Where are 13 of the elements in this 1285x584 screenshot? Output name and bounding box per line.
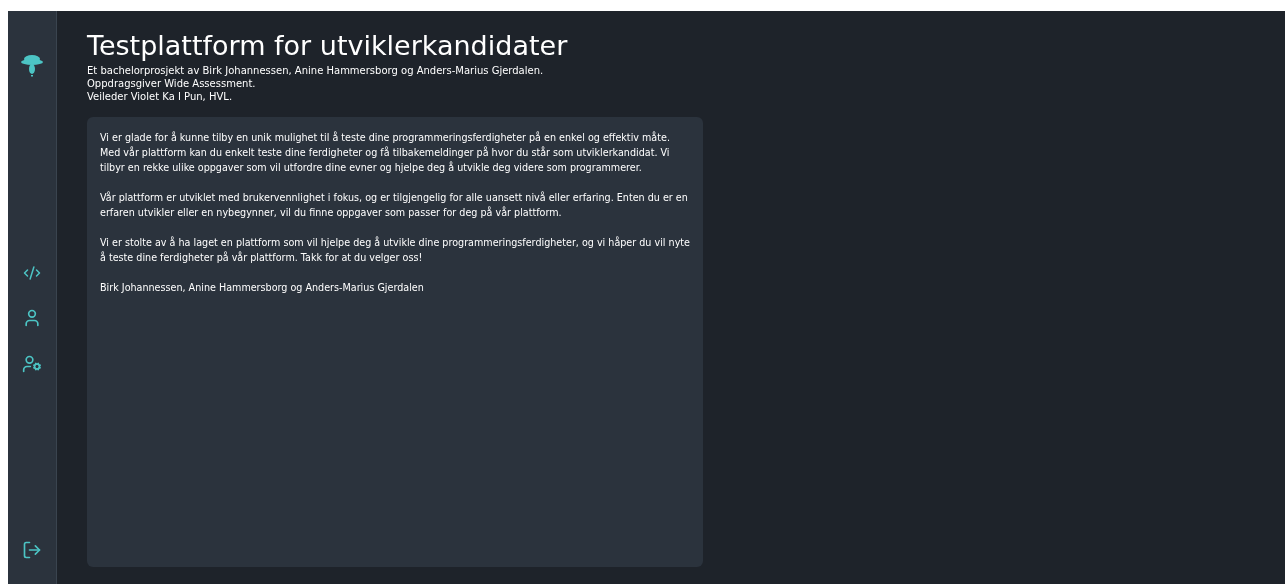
paragraph: Vi er stolte av å ha laget en plattform som vil hjelpe deg å utvikle dine programmeringsferdigheter, og vi håper du vil nyte å teste dine ferdigheter på vår plattform. Takk for at du velger oss!	[100, 235, 690, 265]
code-icon[interactable]	[23, 264, 41, 282]
subtitle-line: Veileder Violet Ka I Pun, HVL.	[87, 90, 233, 103]
subtitle-line: Oppdragsgiver Wide Assessment.	[87, 77, 256, 90]
user-settings-icon[interactable]	[22, 354, 42, 374]
page-title: Testplattform for utviklerkandidater	[87, 29, 569, 63]
user-icon[interactable]	[22, 308, 42, 328]
logout-icon[interactable]	[22, 540, 42, 560]
subtitle-line: Et bachelorprosjekt av Birk Johannessen, Anine Hammersborg og Anders-Marius Gjerdalen.	[87, 64, 544, 77]
paragraph: Vi er glade for å kunne tilby en unik mulighet til å teste dine programmeringsferdigheter på en enkel og effektiv måte. Med vår plattform kan du enkelt teste dine ferdigheter og få tilbakemeldinger på hvor du står som utviklerkandidat. Vi tilbyr en rekke ulike oppgaver som vil utfordre dine evner og hjelpe deg å utvikle deg videre som programmerer.	[100, 130, 671, 175]
paragraph: Birk Johannessen, Anine Hammersborg og Anders-Marius Gjerdalen	[100, 281, 425, 295]
paragraph: Vår plattform er utviklet med brukervennlighet i fokus, og er tilgjengelig for alle uansett nivå eller erfaring. Enten du er en erfaren utvikler eller en nybegynner, vil du finne oppgaver som passer for deg på vår plattform.	[100, 190, 689, 220]
logo-icon[interactable]	[19, 52, 45, 78]
